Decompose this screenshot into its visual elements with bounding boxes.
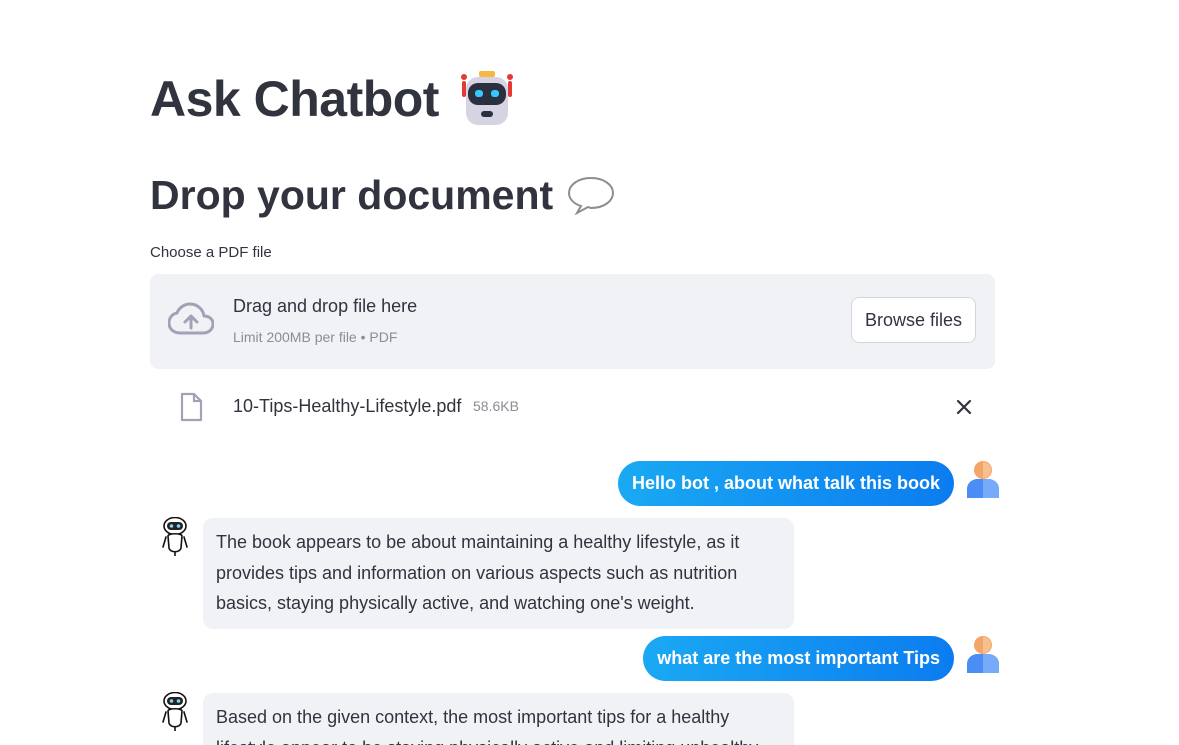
uploaded-file-size: 58.6KB xyxy=(473,398,519,414)
user-message: what are the most important Tips xyxy=(643,636,954,681)
subtitle-row: Drop your document xyxy=(150,170,615,220)
close-icon[interactable] xyxy=(954,397,974,417)
drop-instructions: Drag and drop file here xyxy=(233,296,418,316)
cloud-upload-icon xyxy=(168,302,214,335)
user-message: Hello bot , about what talk this book xyxy=(617,461,954,506)
section-title: Drop your document xyxy=(150,171,554,218)
speech-balloon-icon xyxy=(568,176,615,215)
uploaded-file-name: 10-Tips-Healthy-Lifestyle.pdf xyxy=(233,396,462,416)
page-title: Ask Chatbot xyxy=(150,71,439,127)
title-row: Ask Chatbot xyxy=(150,66,515,132)
uploaded-file-row: 10-Tips-Healthy-Lifestyle.pdf 58.6KB xyxy=(150,388,995,428)
user-avatar-icon xyxy=(967,636,999,673)
bot-avatar-icon xyxy=(162,517,188,556)
bot-message: Based on the given context, the most imp… xyxy=(203,693,794,745)
robot-icon xyxy=(460,71,513,125)
bot-message: The book appears to be about maintaining… xyxy=(203,518,794,629)
file-dropzone[interactable]: Drag and drop file here Limit 200MB per … xyxy=(150,274,995,369)
user-avatar-icon xyxy=(967,461,999,498)
upload-limit-text: Limit 200MB per file • PDF xyxy=(233,329,398,345)
file-icon xyxy=(180,392,203,422)
uploader-label: Choose a PDF file xyxy=(150,244,272,261)
app-page: Ask Chatbot Drop your document Choose a … xyxy=(0,0,1179,745)
bot-avatar-icon xyxy=(162,692,188,731)
browse-files-button[interactable]: Browse files xyxy=(851,297,976,343)
